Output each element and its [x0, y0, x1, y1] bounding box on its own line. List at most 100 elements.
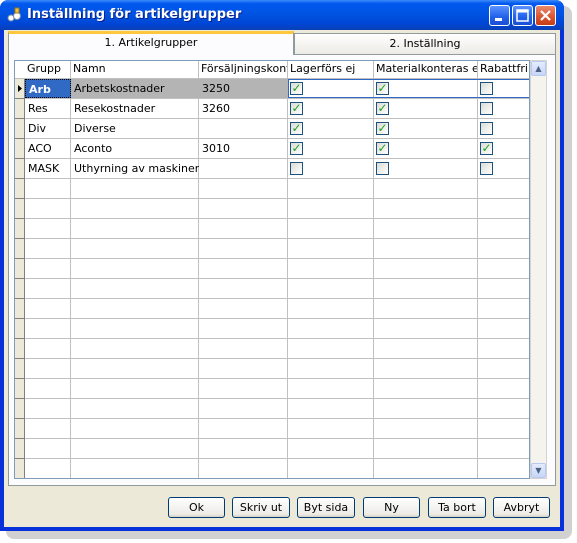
tab-artikelgrupper[interactable]: 1. Artikelgrupper: [8, 31, 294, 55]
cell-konto[interactable]: 3010: [199, 139, 288, 158]
article-group-grid[interactable]: Grupp Namn Försäljningskonto Lagerförs e…: [14, 60, 530, 479]
cell-namn[interactable]: Diverse: [71, 119, 199, 138]
checkbox-lagerfors-ej[interactable]: [290, 162, 303, 175]
cell-konto[interactable]: [199, 119, 288, 138]
row-selector[interactable]: [15, 179, 25, 199]
row-selector[interactable]: [15, 119, 25, 139]
cell-namn[interactable]: Resekostnader: [71, 99, 199, 118]
column-divider: [373, 61, 374, 478]
column-header-grupp[interactable]: Grupp: [25, 61, 71, 78]
row-divider: [25, 398, 529, 399]
row-selector[interactable]: [15, 419, 25, 439]
row-divider: [25, 178, 529, 179]
minimize-button[interactable]: [489, 5, 510, 26]
row-selector[interactable]: [15, 339, 25, 359]
maximize-button[interactable]: [512, 5, 533, 26]
maximize-icon: [516, 9, 529, 22]
row-selector[interactable]: [15, 199, 25, 219]
cell-grupp[interactable]: Div: [25, 119, 71, 138]
column-header-materialkonteras-ej[interactable]: Materialkonteras ej: [374, 61, 478, 78]
row-selector[interactable]: [15, 319, 25, 339]
scroll-down-button[interactable]: ▼: [531, 463, 546, 478]
row-selector[interactable]: [15, 79, 25, 99]
column-header-rabattfri[interactable]: Rabattfri: [478, 61, 529, 78]
cell-namn[interactable]: Uthyrning av maskiner: [71, 159, 199, 178]
checkbox-rabattfri[interactable]: [480, 162, 493, 175]
row-selector[interactable]: [15, 239, 25, 259]
checkbox-materialkonteras-ej[interactable]: ✓: [376, 101, 389, 115]
checkmark-icon: ✓: [291, 121, 302, 135]
dialog-body: 2. Inställning 1. Artikelgrupper Grupp N…: [4, 30, 560, 527]
new-button-label: Ny: [384, 501, 399, 514]
ok-button[interactable]: Ok: [168, 497, 225, 518]
checkbox-rabattfri[interactable]: [480, 122, 493, 135]
new-button[interactable]: Ny: [363, 497, 420, 518]
tab-label: 2. Inställning: [389, 37, 461, 50]
row-selector[interactable]: [15, 279, 25, 299]
row-divider: [25, 438, 529, 439]
row-selector[interactable]: [15, 259, 25, 279]
tab-label: 1. Artikelgrupper: [104, 36, 198, 49]
checkbox-lagerfors-ej[interactable]: ✓: [290, 121, 303, 135]
chevron-down-icon: ▼: [535, 466, 542, 475]
checkbox-rabattfri[interactable]: [480, 82, 493, 95]
checkbox-lagerfors-ej[interactable]: ✓: [290, 81, 303, 95]
checkbox-materialkonteras-ej[interactable]: ✓: [376, 141, 389, 155]
checkbox-rabattfri[interactable]: ✓: [480, 141, 493, 155]
checkmark-icon: ✓: [291, 141, 302, 155]
minimize-icon: [495, 18, 502, 21]
checkmark-icon: ✓: [377, 121, 388, 135]
delete-button-label: Ta bort: [438, 501, 476, 514]
row-selector[interactable]: [15, 159, 25, 179]
cell-namn[interactable]: Arbetskostnader: [71, 79, 199, 98]
scroll-up-button[interactable]: ▲: [531, 61, 546, 76]
row-focus-frame: [288, 79, 529, 98]
row-divider: [25, 258, 529, 259]
checkbox-materialkonteras-ej[interactable]: [376, 162, 389, 175]
column-header-forsaljningskonto[interactable]: Försäljningskonto: [199, 61, 288, 78]
row-selector[interactable]: [15, 379, 25, 399]
row-divider: [25, 358, 529, 359]
checkbox-materialkonteras-ej[interactable]: ✓: [376, 121, 389, 135]
tab-installning[interactable]: 2. Inställning: [294, 33, 556, 55]
cell-grupp[interactable]: ACO: [25, 139, 71, 158]
cell-namn[interactable]: Aconto: [71, 139, 199, 158]
vertical-scrollbar[interactable]: ▲ ▼: [530, 60, 547, 479]
column-header-lagerfors-ej[interactable]: Lagerförs ej: [288, 61, 374, 78]
row-selector[interactable]: [15, 439, 25, 459]
cell-grupp[interactable]: Res: [25, 99, 71, 118]
row-divider: [25, 338, 529, 339]
checkbox-materialkonteras-ej[interactable]: ✓: [376, 81, 389, 95]
row-selector[interactable]: [15, 299, 25, 319]
row-selector[interactable]: [15, 219, 25, 239]
title-bar[interactable]: Inställning för artikelgrupper: [0, 0, 564, 30]
checkbox-lagerfors-ej[interactable]: ✓: [290, 141, 303, 155]
print-button[interactable]: Skriv ut: [232, 497, 290, 518]
row-selector[interactable]: [15, 139, 25, 159]
row-selector[interactable]: [15, 99, 25, 119]
cancel-button-label: Avbryt: [503, 501, 540, 514]
row-selector[interactable]: [15, 459, 25, 478]
cell-grupp[interactable]: Arb: [25, 79, 71, 98]
row-selector[interactable]: [15, 399, 25, 419]
chevron-up-icon: ▲: [535, 64, 542, 73]
cell-konto[interactable]: 3250: [199, 79, 288, 98]
delete-button[interactable]: Ta bort: [428, 497, 486, 518]
checkbox-rabattfri[interactable]: [480, 102, 493, 115]
column-header-namn[interactable]: Namn: [71, 61, 199, 78]
ok-button-label: Ok: [188, 501, 205, 514]
app-icon: [7, 7, 21, 22]
row-divider: [25, 378, 529, 379]
row-selector[interactable]: [15, 359, 25, 379]
cancel-button[interactable]: Avbryt: [493, 497, 550, 518]
close-button[interactable]: [535, 5, 556, 26]
row-pointer-icon: [18, 85, 22, 92]
cell-konto[interactable]: 3260: [199, 99, 288, 118]
cell-konto[interactable]: [199, 159, 288, 178]
row-divider: [25, 218, 529, 219]
row-divider: [25, 478, 530, 479]
change-page-button[interactable]: Byt sida: [297, 497, 355, 518]
checkbox-lagerfors-ej[interactable]: ✓: [290, 101, 303, 115]
checkmark-icon: ✓: [481, 141, 492, 155]
cell-grupp[interactable]: MASK: [25, 159, 71, 178]
